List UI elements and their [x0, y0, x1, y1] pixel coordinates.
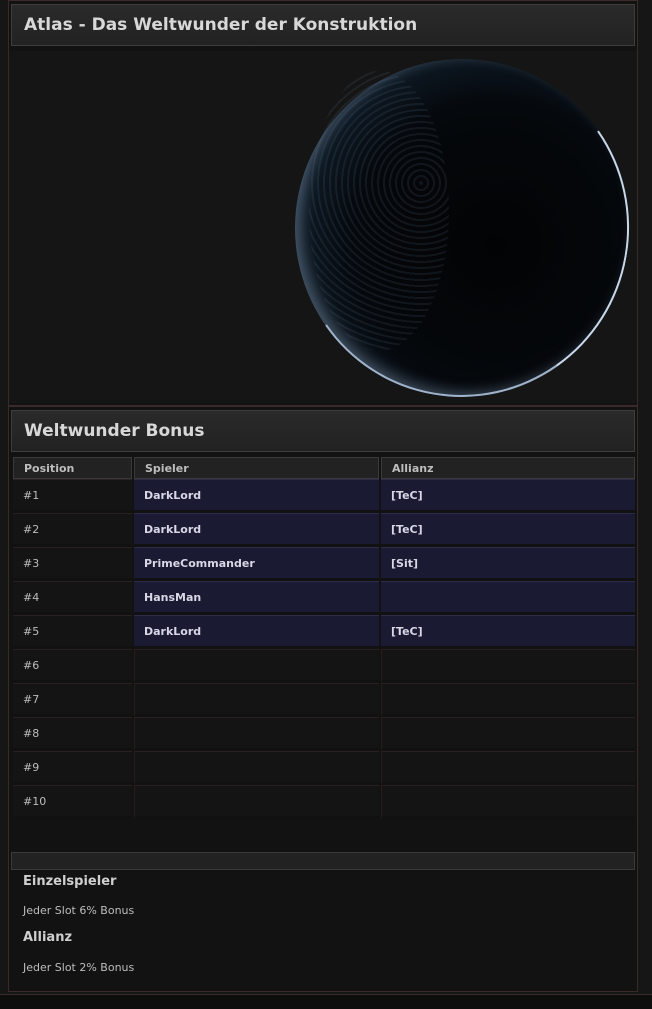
cell-alliance: [TeC]	[381, 479, 635, 513]
section-separator	[11, 852, 635, 870]
table-row: #4 HansMan	[13, 581, 635, 615]
cell-alliance	[381, 751, 635, 785]
planet-rim	[268, 32, 652, 424]
cell-alliance	[381, 649, 635, 683]
cell-alliance: [Sit]	[381, 547, 635, 581]
table-row: #1 DarkLord [TeC]	[13, 479, 635, 513]
column-header-alliance: Allianz	[381, 457, 635, 479]
cell-player	[134, 785, 379, 819]
bonus-panel: Weltwunder Bonus Position Spieler Allian…	[8, 406, 638, 992]
cell-player[interactable]: DarkLord	[134, 615, 379, 649]
atlas-title: Atlas - Das Weltwunder der Konstruktion	[11, 4, 635, 46]
bottom-strip	[0, 994, 652, 1009]
cell-player[interactable]: PrimeCommander	[134, 547, 379, 581]
table-row: #5 DarkLord [TeC]	[13, 615, 635, 649]
cell-position: #8	[13, 717, 132, 751]
cell-alliance	[381, 581, 635, 615]
cell-alliance	[381, 683, 635, 717]
single-player-bonus-text: Jeder Slot 6% Bonus	[23, 904, 135, 917]
cell-alliance: [TeC]	[381, 513, 635, 547]
cell-player[interactable]: HansMan	[134, 581, 379, 615]
cell-position: #3	[13, 547, 132, 581]
cell-player	[134, 683, 379, 717]
cell-player	[134, 717, 379, 751]
bonus-title: Weltwunder Bonus	[11, 410, 635, 452]
table-row: #9	[13, 751, 635, 785]
cell-position: #10	[13, 785, 132, 819]
alliance-bonus-text: Jeder Slot 2% Bonus	[23, 961, 135, 974]
single-player-heading: Einzelspieler	[23, 874, 117, 889]
alliance-heading: Allianz	[23, 930, 73, 945]
table-row: #10	[13, 785, 635, 819]
atlas-panel: Atlas - Das Weltwunder der Konstruktion	[8, 0, 652, 424]
table-row: #2 DarkLord [TeC]	[13, 513, 635, 547]
table-row: #8	[13, 717, 635, 751]
cell-position: #9	[13, 751, 132, 785]
cell-player[interactable]: DarkLord	[134, 479, 379, 513]
cell-position: #4	[13, 581, 132, 615]
cell-position: #5	[13, 615, 132, 649]
cell-alliance	[381, 785, 635, 819]
column-header-position: Position	[13, 457, 132, 479]
cell-alliance: [TeC]	[381, 615, 635, 649]
cell-player	[134, 649, 379, 683]
table-header-row: Position Spieler Allianz	[13, 457, 635, 479]
cell-position: #1	[13, 479, 132, 513]
atlas-planet-image	[9, 32, 652, 424]
cell-position: #2	[13, 513, 132, 547]
cell-position: #6	[13, 649, 132, 683]
bonus-table: Position Spieler Allianz #1 DarkLord [TeC]…	[11, 457, 637, 819]
table-row: #6	[13, 649, 635, 683]
cell-alliance	[381, 717, 635, 751]
cell-position: #7	[13, 683, 132, 717]
table-row: #3 PrimeCommander [Sit]	[13, 547, 635, 581]
table-row: #7	[13, 683, 635, 717]
column-header-player: Spieler	[134, 457, 379, 479]
cell-player	[134, 751, 379, 785]
cell-player[interactable]: DarkLord	[134, 513, 379, 547]
